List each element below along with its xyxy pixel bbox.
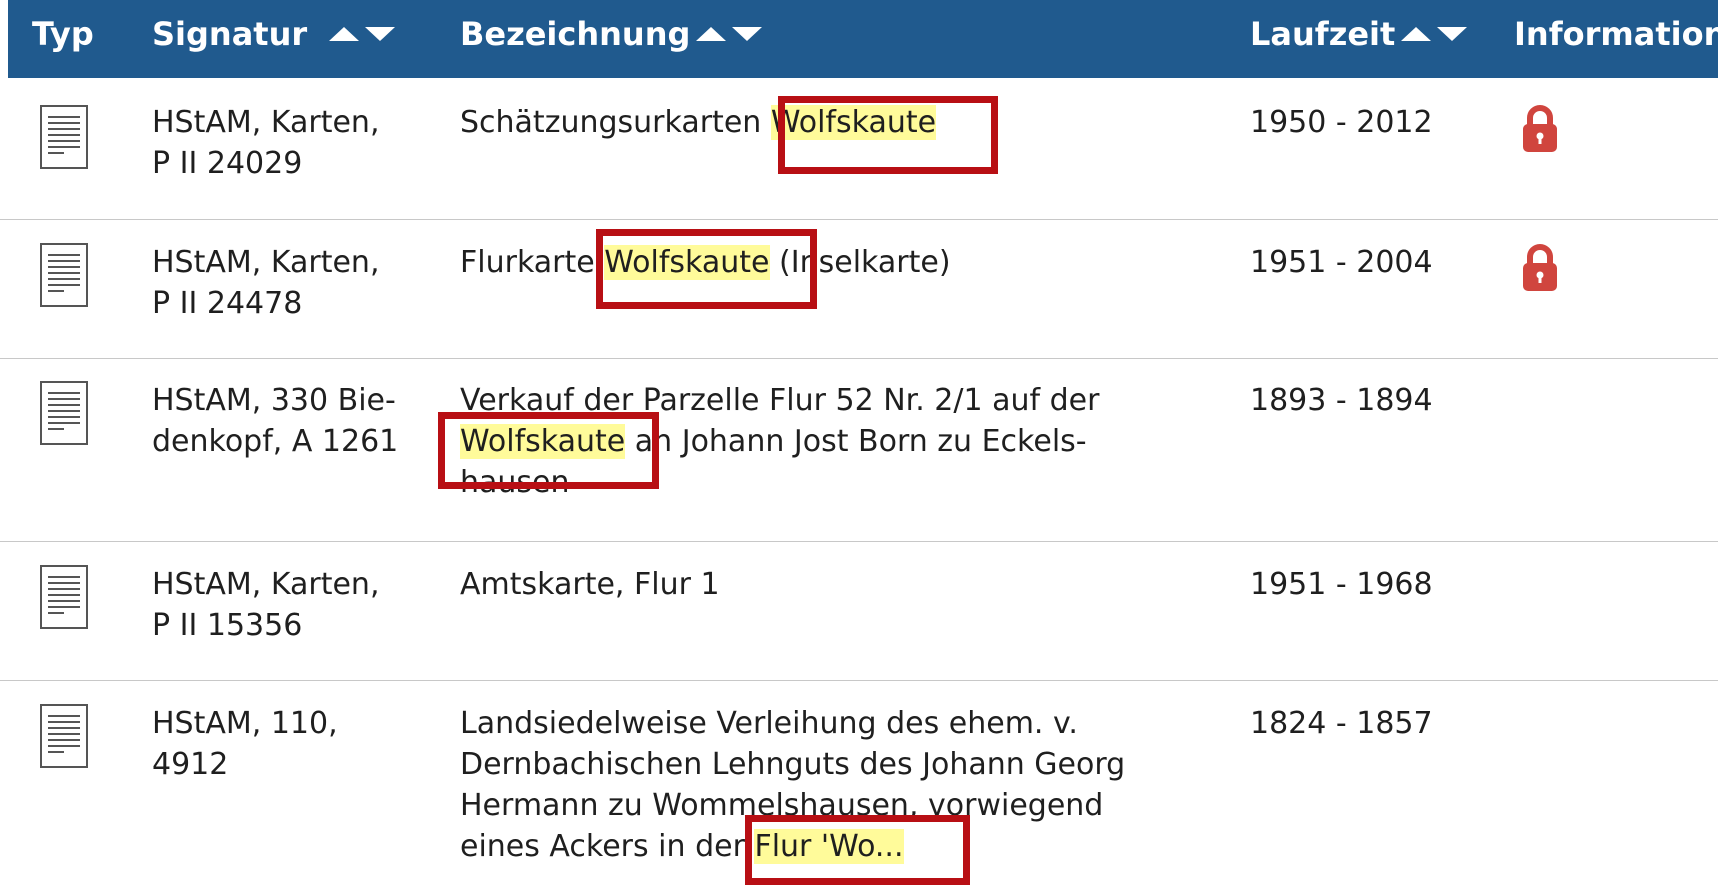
sort-arrows-icon[interactable] — [696, 24, 763, 44]
bezeichnung-cell[interactable]: Amtskarte, Flur 1 — [460, 564, 1220, 605]
table-row[interactable]: HStAM, Karten, P II 24478 Flurkarte Wolf… — [0, 220, 1718, 358]
laufzeit-cell: 1824 - 1857 — [1250, 706, 1433, 741]
document-icon[interactable] — [40, 704, 88, 772]
bezeichnung-cell[interactable]: Flurkarte Wolfskaute (Inselkarte) — [460, 242, 1220, 283]
document-icon[interactable] — [40, 565, 88, 633]
signatur-cell[interactable]: HStAM, Karten, P II 24478 — [152, 242, 412, 324]
laufzeit-cell: 1893 - 1894 — [1250, 383, 1433, 418]
column-header-information: Information — [1514, 15, 1718, 53]
annotation-box — [596, 229, 817, 309]
column-header-signatur[interactable]: Signatur — [152, 14, 396, 54]
signatur-cell[interactable]: HStAM, 330 Bie- denkopf, A 1261 — [152, 380, 412, 462]
laufzeit-cell: 1951 - 2004 — [1250, 245, 1433, 280]
signatur-cell[interactable]: HStAM, Karten, P II 15356 — [152, 564, 412, 646]
column-header-bezeichnung[interactable]: Bezeichnung — [460, 14, 763, 54]
signatur-cell[interactable]: HStAM, Karten, P II 24029 — [152, 102, 412, 184]
table-row[interactable]: HStAM, Karten, P II 15356 Amtskarte, Flu… — [0, 542, 1718, 680]
laufzeit-cell: 1950 - 2012 — [1250, 105, 1433, 140]
document-icon[interactable] — [40, 105, 88, 173]
sort-arrows-icon[interactable] — [329, 24, 396, 44]
column-header-typ: Typ — [32, 15, 94, 53]
table-header: Typ Signatur Bezeichnung Laufzeit Inform… — [8, 0, 1718, 78]
sort-arrows-icon[interactable] — [1401, 24, 1468, 44]
document-icon[interactable] — [40, 381, 88, 449]
lock-icon — [1520, 104, 1560, 158]
document-icon[interactable] — [40, 243, 88, 311]
lock-icon — [1520, 243, 1560, 297]
signatur-cell[interactable]: HStAM, 110, 4912 — [152, 703, 412, 785]
annotation-box — [438, 412, 659, 489]
column-header-laufzeit[interactable]: Laufzeit — [1250, 14, 1468, 54]
laufzeit-cell: 1951 - 1968 — [1250, 567, 1433, 602]
table-row[interactable]: HStAM, 330 Bie- denkopf, A 1261 Verkauf … — [0, 359, 1718, 541]
annotation-box — [745, 815, 970, 885]
annotation-box — [778, 96, 998, 174]
